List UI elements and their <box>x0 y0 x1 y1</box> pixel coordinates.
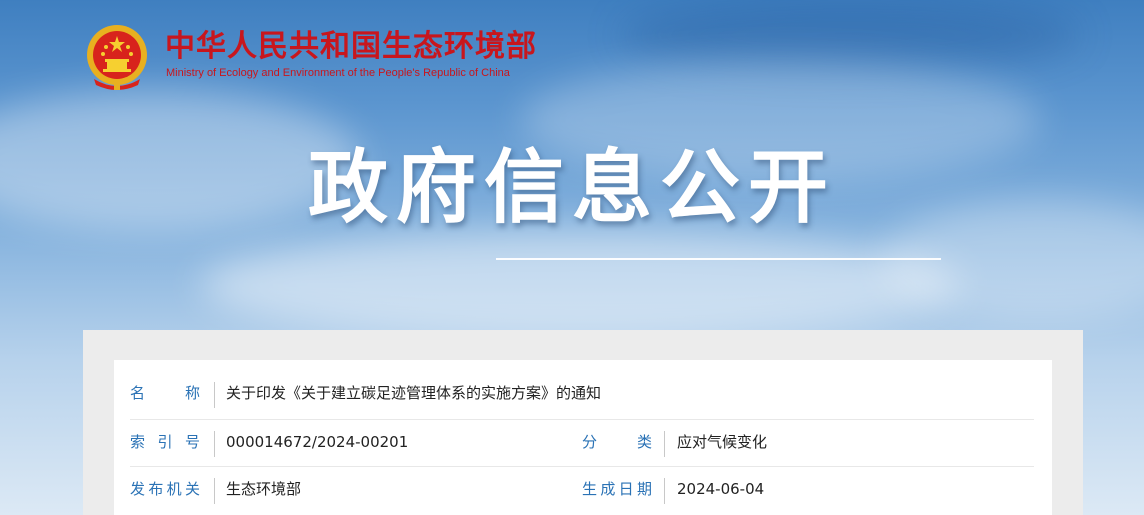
hero-divider <box>496 258 941 260</box>
category-label: 分类 <box>582 419 652 466</box>
category-value: 应对气候变化 <box>677 433 768 451</box>
label-char: 发 <box>130 480 146 498</box>
divider <box>664 478 665 504</box>
index-value: 000014672/2024-00201 <box>226 433 409 451</box>
label-char: 生 <box>582 480 598 498</box>
issuer-value: 生态环境部 <box>226 480 302 498</box>
sky-shade <box>620 0 1080 70</box>
label-char: 关 <box>184 480 200 498</box>
name-value: 关于印发《关于建立碳足迹管理体系的实施方案》的通知 <box>226 384 602 402</box>
issuer-label: 发布机关 <box>130 466 200 513</box>
label-char: 类 <box>636 433 652 451</box>
label-char: 索 <box>130 433 146 451</box>
label-char: 期 <box>636 480 652 498</box>
page: 中华人民共和国生态环境部 Ministry of Ecology and Env… <box>0 0 1144 515</box>
info-row-name: 名称 关于印发《关于建立碳足迹管理体系的实施方案》的通知 <box>130 372 1034 420</box>
divider <box>214 431 215 457</box>
site-subtitle: Ministry of Ecology and Environment of t… <box>166 67 510 79</box>
divider <box>214 382 215 408</box>
divider <box>214 478 215 504</box>
site-title[interactable]: 中华人民共和国生态环境部 <box>165 30 537 64</box>
index-label: 索引号 <box>130 419 200 466</box>
document-info-card: 名称 关于印发《关于建立碳足迹管理体系的实施方案》的通知 索引号 0000146… <box>114 360 1052 515</box>
label-char: 分 <box>582 433 598 451</box>
label-char: 日 <box>618 480 634 498</box>
label-char: 号 <box>184 433 200 451</box>
label-char: 称 <box>184 384 200 402</box>
label-char: 成 <box>600 480 616 498</box>
divider <box>664 431 665 457</box>
label-char: 引 <box>157 433 173 451</box>
name-label-text: 名称 <box>130 370 200 417</box>
cloud <box>200 230 960 340</box>
label-char: 机 <box>166 480 182 498</box>
info-row-index: 索引号 000014672/2024-00201 分类 应对气候变化 <box>130 419 1034 467</box>
info-row-issuer: 发布机关 生态环境部 生成日期 2024-06-04 <box>130 466 1034 513</box>
hero-title: 政府信息公开 <box>308 141 836 234</box>
date-label: 生成日期 <box>582 466 652 513</box>
label-char: 名 <box>130 384 146 402</box>
national-emblem-icon[interactable] <box>84 23 150 91</box>
label-char: 布 <box>148 480 164 498</box>
name-label: 名称 <box>130 370 200 417</box>
date-value: 2024-06-04 <box>677 480 765 498</box>
